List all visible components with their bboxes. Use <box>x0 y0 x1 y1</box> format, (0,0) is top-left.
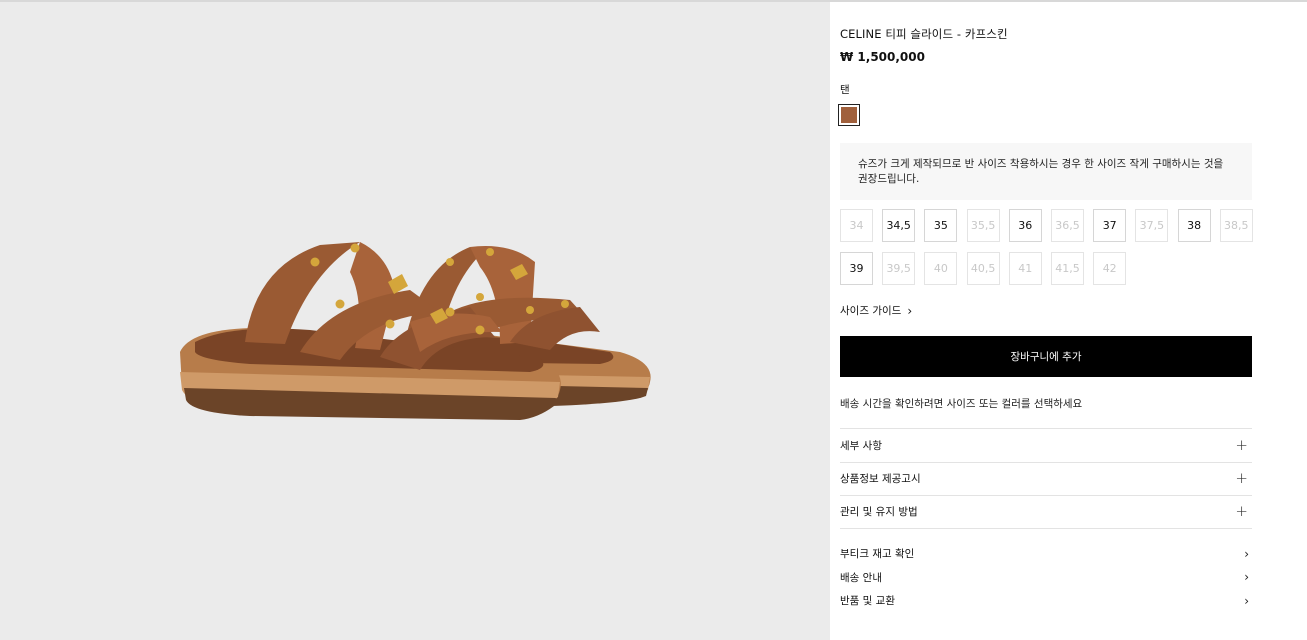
color-label: 탠 <box>840 84 850 96</box>
plus-icon: + <box>1235 502 1248 521</box>
size-guide-link[interactable]: 사이즈 가이드 › <box>840 303 912 318</box>
size-option-39[interactable]: 39 <box>840 252 873 285</box>
chevron-right-icon: › <box>907 303 913 318</box>
size-option-40[interactable]: 40 <box>924 252 958 285</box>
product-image-panel <box>0 2 830 640</box>
chevron-right-icon: › <box>1244 546 1249 561</box>
size-option-41[interactable]: 41 <box>1008 252 1042 285</box>
accordion-label: 세부 사항 <box>840 439 882 452</box>
accordion-label: 관리 및 유지 방법 <box>840 506 918 519</box>
size-option-37-5[interactable]: 37,5 <box>1135 209 1169 242</box>
details-accordion: 세부 사항 + 상품정보 제공고시 + 관리 및 유지 방법 + <box>840 428 1252 529</box>
size-option-36-5[interactable]: 36,5 <box>1051 209 1084 242</box>
size-option-40-5[interactable]: 40,5 <box>966 252 1000 285</box>
service-links: 부티크 재고 확인 › 배송 안내 › 반품 및 교환 › <box>840 542 1252 613</box>
product-info-panel: CELINE 티피 슬라이드 - 카프스킨 ₩ 1,500,000 탠 슈즈가 … <box>838 0 1253 640</box>
size-option-36[interactable]: 36 <box>1008 209 1042 242</box>
color-swatch-tan[interactable] <box>838 104 860 126</box>
delivery-note: 배송 시간을 확인하려면 사이즈 또는 컬러를 선택하세요 <box>840 398 1083 410</box>
link-boutique-stock[interactable]: 부티크 재고 확인 › <box>840 542 1252 566</box>
link-shipping-info[interactable]: 배송 안내 › <box>840 566 1252 590</box>
chevron-right-icon: › <box>1244 593 1249 608</box>
link-label: 배송 안내 <box>840 571 882 584</box>
size-notice: 슈즈가 크게 제작되므로 반 사이즈 착용하시는 경우 한 사이즈 작게 구매하… <box>840 143 1252 200</box>
size-option-34[interactable]: 34 <box>840 209 873 242</box>
link-returns-exchange[interactable]: 반품 및 교환 › <box>840 589 1252 613</box>
add-to-cart-button[interactable]: 장바구니에 추가 <box>840 336 1252 377</box>
size-option-41-5[interactable]: 41,5 <box>1051 252 1084 285</box>
size-option-34-5[interactable]: 34,5 <box>882 209 916 242</box>
size-option-37[interactable]: 37 <box>1093 209 1127 242</box>
accordion-label: 상품정보 제공고시 <box>840 473 921 486</box>
chevron-right-icon: › <box>1244 570 1249 585</box>
size-option-39-5[interactable]: 39,5 <box>882 252 916 285</box>
accordion-product-info-notice[interactable]: 상품정보 제공고시 + <box>840 461 1252 496</box>
size-option-38-5[interactable]: 38,5 <box>1219 209 1253 242</box>
accordion-details[interactable]: 세부 사항 + <box>840 428 1252 462</box>
link-label: 부티크 재고 확인 <box>840 548 915 561</box>
size-option-38[interactable]: 38 <box>1177 209 1211 242</box>
product-price: ₩ 1,500,000 <box>840 50 925 64</box>
accordion-care[interactable]: 관리 및 유지 방법 + <box>840 495 1252 529</box>
plus-icon: + <box>1235 469 1248 488</box>
size-guide-label: 사이즈 가이드 <box>840 305 902 317</box>
product-image <box>180 242 651 420</box>
size-option-42[interactable]: 42 <box>1093 252 1127 285</box>
size-option-35-5[interactable]: 35,5 <box>966 209 1000 242</box>
product-title: CELINE 티피 슬라이드 - 카프스킨 <box>840 27 1008 41</box>
size-option-35[interactable]: 35 <box>924 209 958 242</box>
color-swatch-fill <box>841 107 857 123</box>
plus-icon: + <box>1235 435 1248 454</box>
link-label: 반품 및 교환 <box>840 595 895 608</box>
